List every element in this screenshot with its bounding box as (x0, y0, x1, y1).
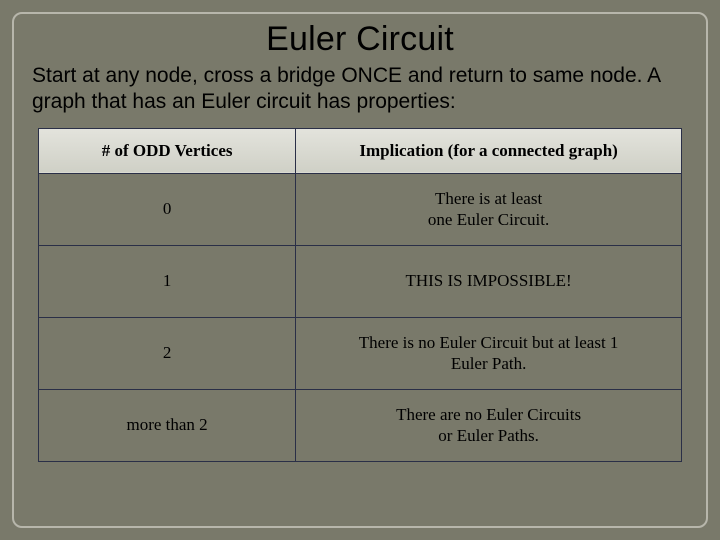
cell-implication: There are no Euler Circuitsor Euler Path… (296, 389, 682, 461)
cell-implication: There is no Euler Circuit but at least 1… (296, 317, 682, 389)
slide-frame: Euler Circuit Start at any node, cross a… (12, 12, 708, 528)
header-odd-vertices: # of ODD Vertices (39, 128, 296, 173)
slide-subtitle: Start at any node, cross a bridge ONCE a… (32, 63, 688, 116)
table-row: more than 2 There are no Euler Circuitso… (39, 389, 682, 461)
cell-implication: There is at leastone Euler Circuit. (296, 173, 682, 245)
slide-title: Euler Circuit (14, 20, 706, 59)
table-row: 1 THIS IS IMPOSSIBLE! (39, 245, 682, 317)
properties-table-wrap: # of ODD Vertices Implication (for a con… (38, 128, 682, 462)
properties-table: # of ODD Vertices Implication (for a con… (38, 128, 682, 462)
cell-odd-vertices: 2 (39, 317, 296, 389)
table-row: 0 There is at leastone Euler Circuit. (39, 173, 682, 245)
table-header-row: # of ODD Vertices Implication (for a con… (39, 128, 682, 173)
cell-odd-vertices: 0 (39, 173, 296, 245)
header-implication: Implication (for a connected graph) (296, 128, 682, 173)
cell-implication: THIS IS IMPOSSIBLE! (296, 245, 682, 317)
cell-odd-vertices: 1 (39, 245, 296, 317)
table-row: 2 There is no Euler Circuit but at least… (39, 317, 682, 389)
cell-odd-vertices: more than 2 (39, 389, 296, 461)
